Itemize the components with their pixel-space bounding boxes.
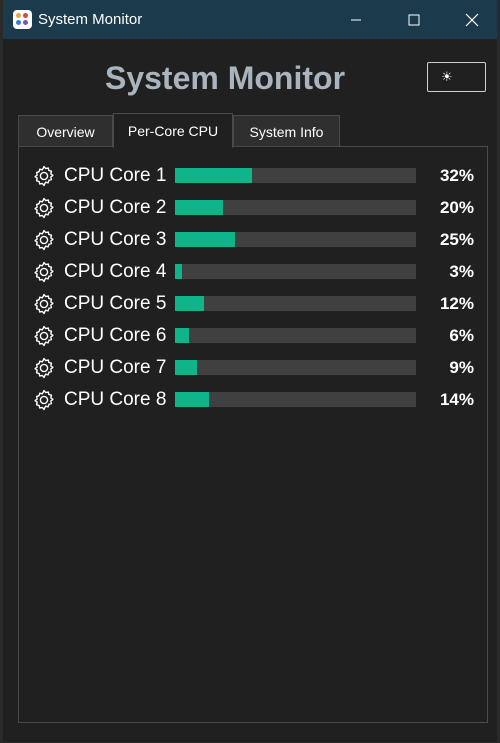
core-usage-percent: 9% <box>449 358 474 377</box>
core-usage-percent: 3% <box>449 262 474 281</box>
minimize-button[interactable] <box>327 0 385 39</box>
theme-toggle-button[interactable]: ☀ <box>427 62 486 92</box>
core-row-5: CPU Core 5 12% <box>32 290 477 318</box>
gear-icon <box>34 229 54 251</box>
page-title: System Monitor <box>104 60 346 96</box>
gear-icon <box>34 293 54 315</box>
gear-icon <box>34 389 54 411</box>
core-usage-percent: 14% <box>439 390 474 409</box>
core-label: CPU Core 1 <box>64 165 167 186</box>
window-title: System Monitor <box>38 11 143 28</box>
core-row-7: CPU Core 7 9% <box>32 354 477 382</box>
core-usage-bar <box>175 264 416 279</box>
core-usage-bar <box>175 168 416 183</box>
core-row-4: CPU Core 4 3% <box>32 258 477 286</box>
title-bar[interactable]: System Monitor <box>3 0 497 39</box>
close-icon <box>465 13 479 26</box>
maximize-icon <box>408 14 420 25</box>
tab-overview[interactable]: Overview <box>18 115 113 147</box>
gear-icon <box>34 325 54 347</box>
core-usage-bar <box>175 328 416 343</box>
core-usage-fill <box>175 264 183 279</box>
core-usage-bar <box>175 360 416 375</box>
core-row-8: CPU Core 8 14% <box>32 386 477 414</box>
tab-system-info[interactable]: System Info <box>233 115 340 147</box>
core-usage-fill <box>175 296 204 311</box>
sun-icon: ☀ <box>441 69 453 84</box>
tab-per-core-cpu[interactable]: Per-Core CPU <box>113 113 233 148</box>
core-label: CPU Core 4 <box>64 261 167 282</box>
core-usage-fill <box>175 232 236 247</box>
core-usage-fill <box>175 360 197 375</box>
core-usage-percent: 32% <box>439 166 474 185</box>
minimize-icon <box>351 19 361 20</box>
gear-icon <box>34 261 54 283</box>
core-usage-fill <box>175 392 209 407</box>
core-row-6: CPU Core 6 6% <box>32 322 477 350</box>
core-label: CPU Core 8 <box>64 389 167 410</box>
core-usage-fill <box>175 200 224 215</box>
core-row-2: CPU Core 2 20% <box>32 194 477 222</box>
core-usage-percent: 6% <box>449 326 474 345</box>
tab-label: System Info <box>249 123 324 140</box>
tab-label: Per-Core CPU <box>127 123 219 139</box>
core-label: CPU Core 7 <box>64 357 167 378</box>
core-label: CPU Core 6 <box>64 325 167 346</box>
core-label: CPU Core 2 <box>64 197 167 218</box>
core-row-3: CPU Core 3 25% <box>32 226 477 254</box>
gear-icon <box>34 165 54 187</box>
core-usage-fill <box>175 328 190 343</box>
core-usage-percent: 12% <box>439 294 474 313</box>
tab-label: Overview <box>36 123 95 140</box>
core-usage-bar <box>175 232 416 247</box>
core-usage-bar <box>175 296 416 311</box>
gear-icon <box>34 197 54 219</box>
core-row-1: CPU Core 1 32% <box>32 162 477 190</box>
core-usage-bar <box>175 392 416 407</box>
core-usage-fill <box>175 168 253 183</box>
close-button[interactable] <box>443 0 500 39</box>
app-window: System Monitor System Monitor ☀ Overview… <box>3 0 497 742</box>
core-label: CPU Core 3 <box>64 229 167 250</box>
app-logo-icon <box>13 10 32 29</box>
core-label: CPU Core 5 <box>64 293 167 314</box>
maximize-button[interactable] <box>385 0 443 39</box>
core-usage-percent: 25% <box>439 230 474 249</box>
gear-icon <box>34 357 54 379</box>
core-usage-bar <box>175 200 416 215</box>
core-usage-percent: 20% <box>439 198 474 217</box>
